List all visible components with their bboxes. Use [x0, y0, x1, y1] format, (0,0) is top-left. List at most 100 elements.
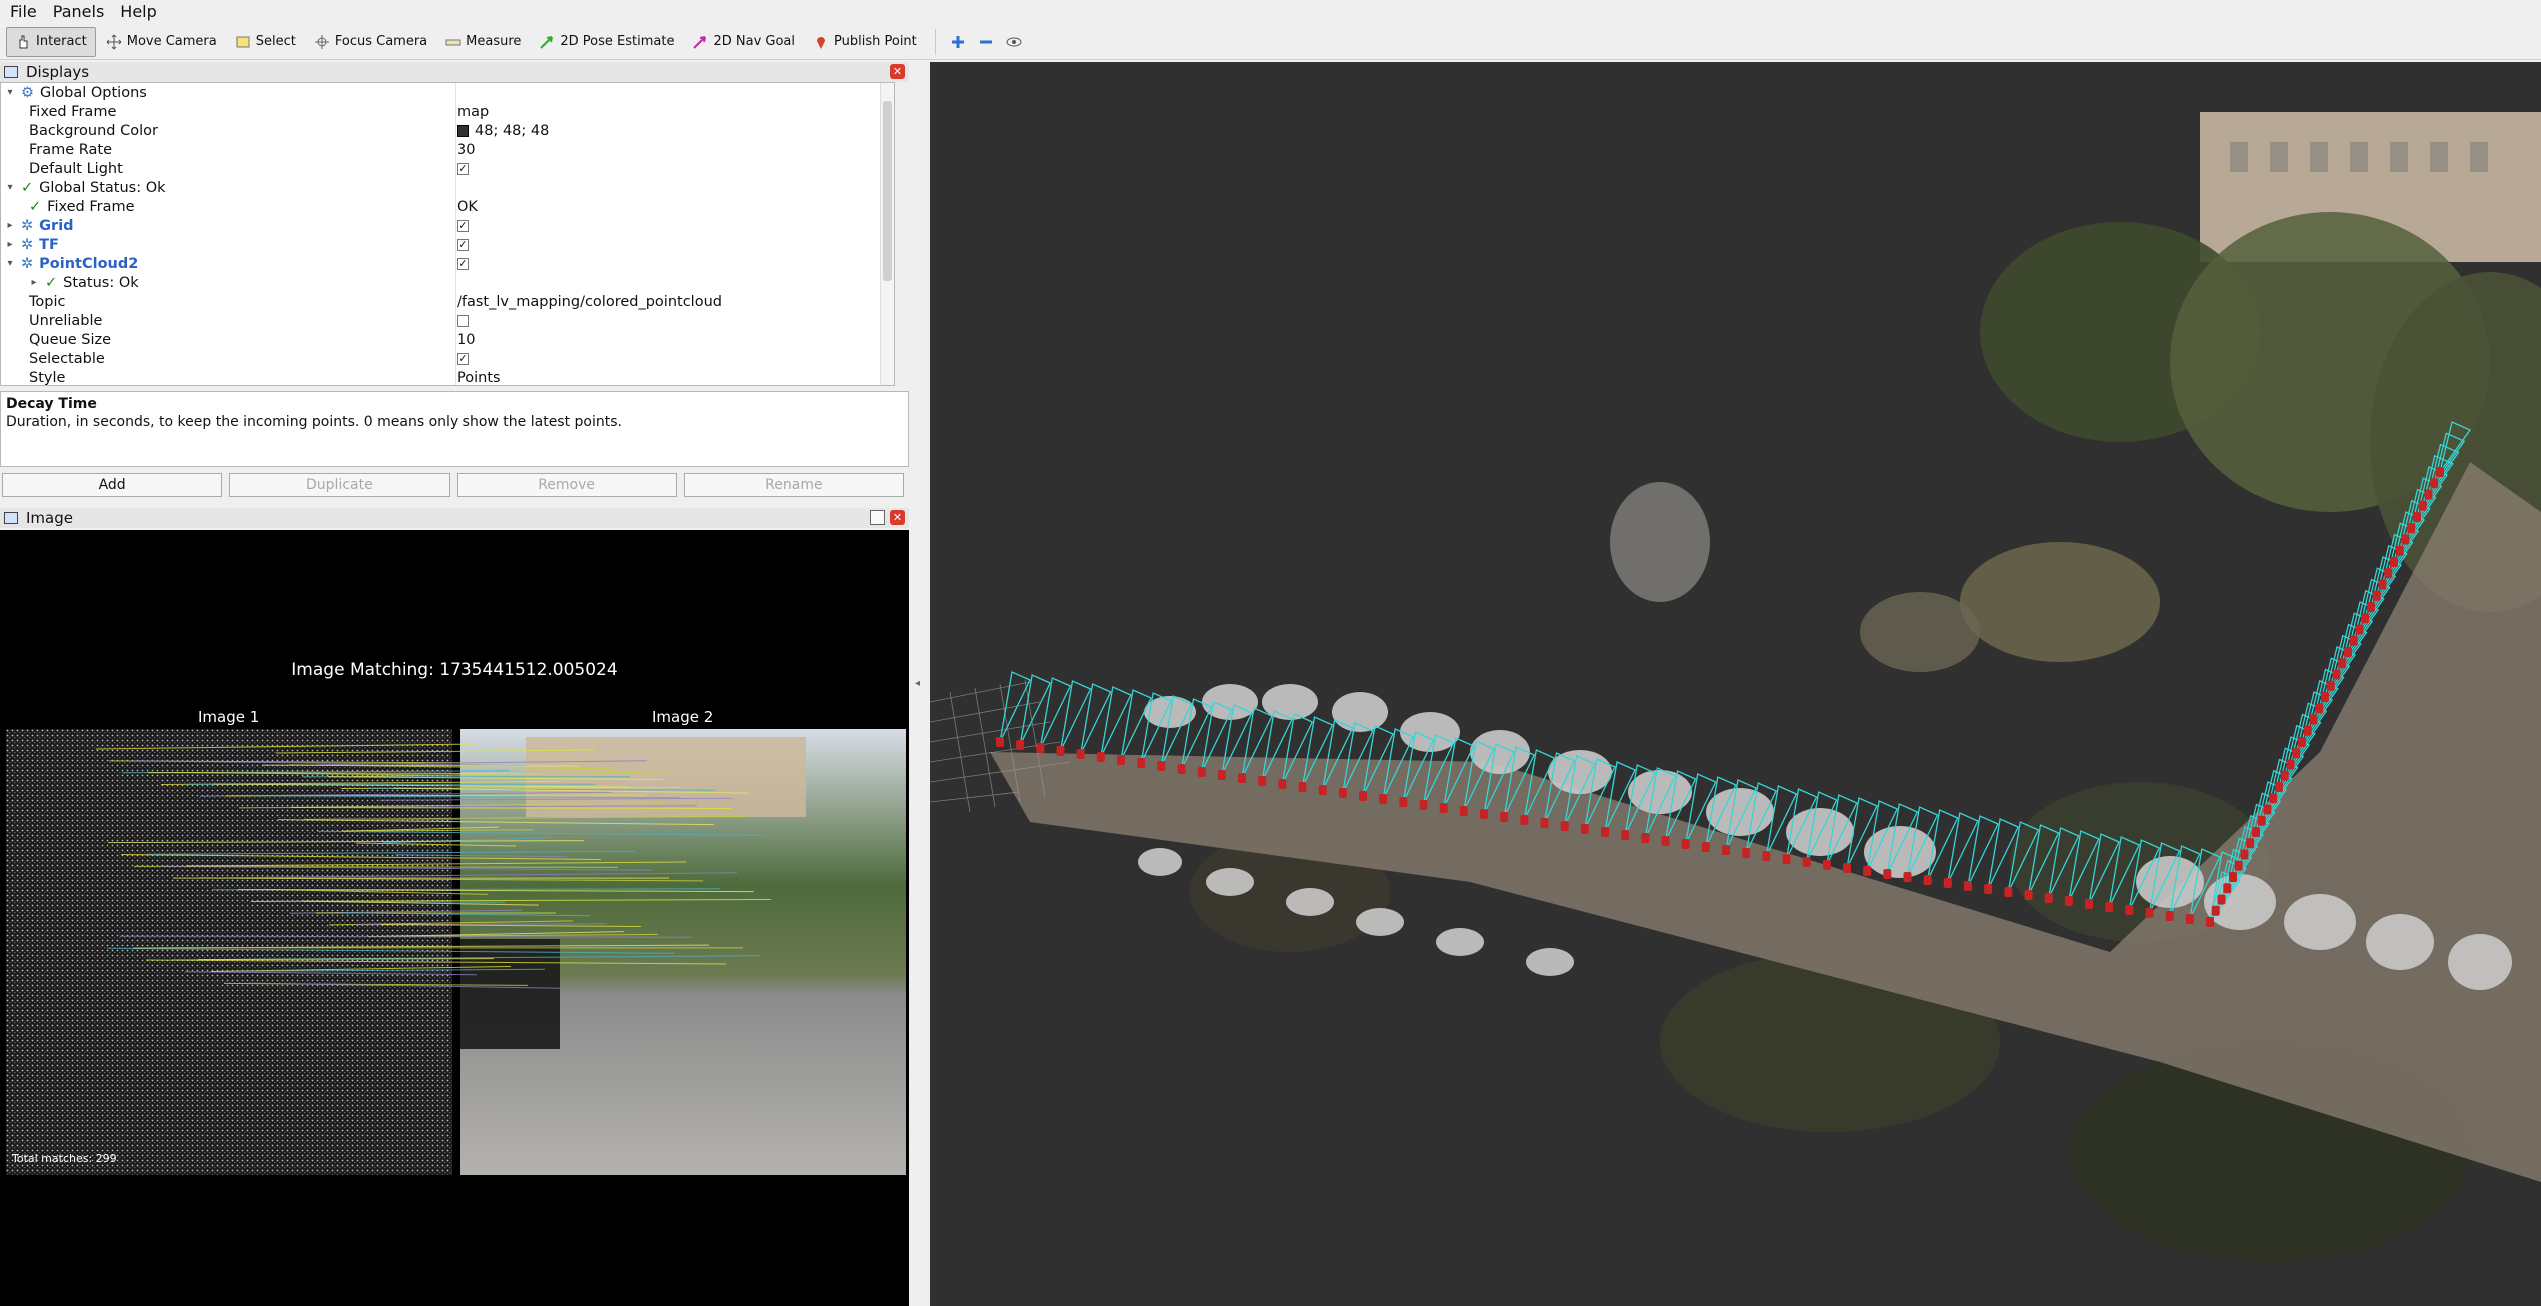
- display-property-row[interactable]: Queue Size 10: [1, 330, 894, 349]
- display-property-row[interactable]: Frame Rate 30: [1, 140, 894, 159]
- display-property-row[interactable]: Topic/fast_lv_mapping/colored_pointcloud: [1, 292, 894, 311]
- display-property-row[interactable]: ▾ ✓ Global Status: Ok: [1, 178, 894, 197]
- collapsed-arrow-icon[interactable]: ▸: [29, 277, 39, 288]
- display-property-row[interactable]: ▸ ✓ Status: Ok: [1, 273, 894, 292]
- add-tool-button[interactable]: [944, 27, 972, 57]
- remove-button[interactable]: Remove: [456, 473, 677, 497]
- display-property-row[interactable]: ▸ ✲ Grid ✓: [1, 216, 894, 235]
- display-property-row[interactable]: Style Points: [1, 368, 894, 386]
- pose-marker: [996, 737, 1004, 747]
- image-icon: [4, 512, 18, 524]
- pose-marker: [2004, 887, 2013, 897]
- display-property-row[interactable]: ▸ ✲ TF ✓: [1, 235, 894, 254]
- tool-focus-camera[interactable]: Focus Camera: [306, 27, 435, 57]
- pose-marker: [1096, 752, 1105, 762]
- property-value[interactable]: 48; 48; 48: [457, 123, 549, 139]
- checkbox[interactable]: ✓: [457, 257, 469, 270]
- pose-marker: [2024, 890, 2033, 900]
- image-view[interactable]: Image Matching: 1735441512.005024 Image …: [0, 530, 909, 1306]
- tool-measure[interactable]: Measure: [437, 27, 529, 57]
- close-icon[interactable]: ✕: [890, 510, 905, 525]
- display-property-row[interactable]: Selectable ✓: [1, 349, 894, 368]
- pose-marker: [2372, 590, 2381, 601]
- pose-marker: [1439, 803, 1448, 813]
- gear-icon: ⚙: [21, 84, 34, 101]
- property-label: Grid: [39, 217, 74, 234]
- property-value-text: map: [457, 103, 490, 120]
- display-property-row[interactable]: ▾ ⚙ Global Options: [1, 83, 894, 102]
- property-value[interactable]: ✓: [457, 238, 469, 251]
- description-text: Duration, in seconds, to keep the incomi…: [6, 414, 622, 430]
- property-value[interactable]: Points: [457, 370, 501, 386]
- property-label: Global Options: [40, 84, 147, 101]
- menu-help[interactable]: Help: [120, 2, 156, 21]
- pose-marker: [1984, 884, 1993, 894]
- collapsed-arrow-icon[interactable]: ▸: [5, 239, 15, 250]
- checkbox[interactable]: ✓: [457, 219, 469, 232]
- display-property-row[interactable]: ▾ ✲ PointCloud2 ✓: [1, 254, 894, 273]
- color-swatch[interactable]: [457, 124, 469, 137]
- tool-move-camera[interactable]: Move Camera: [98, 27, 225, 57]
- pose-marker: [2217, 894, 2226, 905]
- display-type-icon: ✲: [21, 255, 34, 272]
- tool-2d-nav-goal[interactable]: 2D Nav Goal: [684, 27, 803, 57]
- add-button[interactable]: Add: [2, 473, 223, 497]
- pose-marker: [1359, 791, 1367, 801]
- expand-arrow-icon[interactable]: ▾: [5, 258, 15, 269]
- property-value[interactable]: map: [457, 104, 489, 120]
- tool-select[interactable]: Select: [227, 27, 304, 57]
- rename-button[interactable]: Rename: [683, 473, 904, 497]
- display-property-row[interactable]: Unreliable: [1, 311, 894, 330]
- pose-marker: [1722, 845, 1730, 855]
- display-property-row[interactable]: ✓ Fixed Frame OK: [1, 197, 894, 216]
- close-icon[interactable]: ✕: [890, 64, 905, 79]
- pose-marker: [2418, 500, 2427, 511]
- property-value[interactable]: ✓: [457, 352, 469, 365]
- property-name: ▸ ✲ TF: [5, 237, 58, 253]
- property-label: Status: Ok: [63, 274, 139, 291]
- tool-interact[interactable]: Interact: [6, 26, 96, 57]
- checkbox[interactable]: [457, 314, 469, 327]
- pose-marker: [1217, 770, 1226, 780]
- undock-icon[interactable]: [870, 510, 885, 525]
- menu-file[interactable]: File: [10, 2, 37, 21]
- property-value[interactable]: ✓: [457, 219, 469, 232]
- menu-panels[interactable]: Panels: [53, 2, 105, 21]
- display-property-row[interactable]: Background Color 48; 48; 48: [1, 121, 894, 140]
- pose-marker: [2326, 680, 2335, 691]
- property-value[interactable]: ✓: [457, 257, 469, 270]
- property-value[interactable]: OK: [457, 199, 478, 215]
- property-value-text: 48; 48; 48: [475, 122, 550, 139]
- expand-arrow-icon[interactable]: ▾: [5, 87, 15, 98]
- display-property-row[interactable]: Default Light ✓: [1, 159, 894, 178]
- pose-marker: [1762, 851, 1771, 861]
- property-value[interactable]: ✓: [457, 162, 469, 175]
- checkbox[interactable]: ✓: [457, 162, 469, 175]
- pose-marker: [1379, 794, 1388, 804]
- 3d-viewport[interactable]: [930, 62, 2541, 1306]
- property-value[interactable]: 10: [457, 332, 475, 348]
- pose-marker: [1278, 779, 1287, 789]
- pose-marker: [1298, 782, 1307, 792]
- property-value-text: Points: [457, 369, 501, 386]
- camera-view-button[interactable]: [1000, 27, 1028, 57]
- remove-tool-button[interactable]: [972, 27, 1000, 57]
- property-value[interactable]: [457, 314, 469, 327]
- checkbox[interactable]: ✓: [457, 352, 469, 365]
- map-pin-icon: [817, 36, 826, 49]
- tool-2d-pose-estimate[interactable]: 2D Pose Estimate: [531, 27, 682, 57]
- property-label: PointCloud2: [39, 255, 139, 272]
- panel-splitter[interactable]: ◂: [909, 62, 930, 1306]
- display-property-row[interactable]: Fixed Frame map: [1, 102, 894, 121]
- property-value[interactable]: /fast_lv_mapping/colored_pointcloud: [457, 294, 722, 310]
- property-value[interactable]: 30: [457, 142, 475, 158]
- pose-marker: [1318, 785, 1327, 795]
- checkbox[interactable]: ✓: [457, 238, 469, 251]
- pose-marker: [2332, 669, 2341, 680]
- expand-arrow-icon[interactable]: ▾: [5, 182, 15, 193]
- pose-marker: [1863, 866, 1872, 876]
- tool-publish-point[interactable]: Publish Point: [805, 27, 925, 57]
- collapsed-arrow-icon[interactable]: ▸: [5, 220, 15, 231]
- pose-marker: [2064, 896, 2073, 906]
- duplicate-button[interactable]: Duplicate: [229, 473, 450, 497]
